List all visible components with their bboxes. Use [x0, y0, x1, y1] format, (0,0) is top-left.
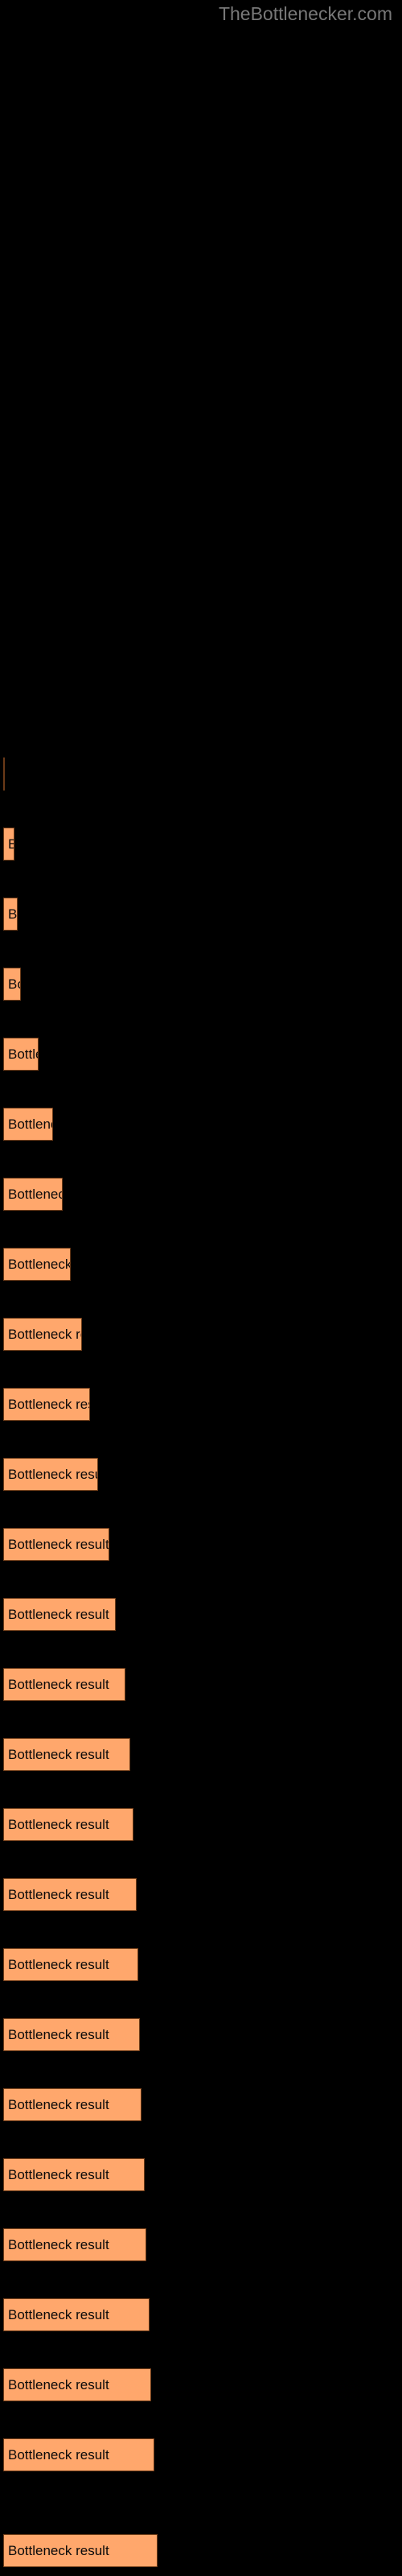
bar: Bottleneck result — [3, 1038, 39, 1071]
bar: Bottleneck result — [3, 968, 21, 1001]
bar-label: Bottleneck result — [8, 2166, 109, 2182]
bar-label: Bottleneck result — [8, 1466, 97, 1482]
bar-label: Bottleneck result — [8, 1186, 62, 1202]
bar: Bottleneck result — [3, 758, 5, 791]
bar-label: Bottleneck result — [8, 1886, 109, 1902]
bar-label: Bottleneck result — [8, 836, 14, 852]
bar: Bottleneck result — [3, 1878, 137, 1911]
bar-label: Bottleneck result — [8, 2096, 109, 2112]
bar-label: Bottleneck result — [8, 1956, 109, 1972]
bar: Bottleneck result — [3, 1738, 130, 1771]
bar-label: Bottleneck result — [8, 976, 20, 992]
bar: Bottleneck result — [3, 1108, 53, 1141]
bar-label: Bottleneck result — [8, 2026, 109, 2042]
bar: Bottleneck result — [3, 2088, 142, 2121]
plot-area: Bottleneck result Bottleneck result Bottle… — [0, 0, 402, 2576]
bar-label: Bottleneck result — [8, 1396, 89, 1412]
bar: Bottleneck result — [3, 1528, 109, 1561]
bar: Bottleneck result — [3, 828, 14, 861]
bar-label: Bottleneck result — [8, 1116, 52, 1132]
bar-label: Bottleneck result — [8, 1606, 109, 1622]
bar: Bottleneck result — [3, 2534, 158, 2567]
bar: Bottleneck result — [3, 1388, 90, 1421]
bar: Bottleneck result — [3, 1808, 133, 1841]
bar-label: Bottleneck result — [8, 2306, 109, 2322]
bar: Bottleneck result — [3, 2228, 146, 2261]
bar: Bottleneck result — [3, 1458, 98, 1491]
bar: Bottleneck result — [3, 898, 18, 931]
bar: Bottleneck result — [3, 2018, 140, 2051]
bar-label: Bottleneck result — [8, 1676, 109, 1692]
bar: Bottleneck result — [3, 2298, 150, 2331]
bar-label: Bottleneck result — [8, 2446, 109, 2462]
bar-label: Bottleneck result — [8, 2542, 109, 2558]
bar: Bottleneck result — [3, 1248, 71, 1281]
bar-label: Bottleneck result — [8, 906, 18, 922]
bar-chart-canvas: TheBottlenecker.com Bottleneck resultBot… — [0, 0, 402, 2576]
bar: Bottleneck result — [3, 2438, 154, 2471]
bar: Bottleneck result — [3, 1948, 138, 1981]
bar-label: Bottleneck result — [8, 1326, 81, 1342]
bar-label: Bottleneck result — [8, 1046, 38, 1062]
bar: Bottleneck result — [3, 1598, 116, 1631]
bar-label: Bottleneck result — [8, 1256, 71, 1272]
bar: Bottleneck result — [3, 1318, 82, 1351]
bar-label: Bottleneck result — [8, 1536, 109, 1552]
bar: Bottleneck result — [3, 2368, 151, 2401]
bar-label: Bottleneck result — [8, 2236, 109, 2252]
bar: Bottleneck result — [3, 2158, 145, 2191]
bar-label: Bottleneck result — [8, 1816, 109, 1832]
bar: Bottleneck result — [3, 1668, 125, 1701]
bar: Bottleneck result — [3, 1178, 63, 1211]
bar-label: Bottleneck result — [8, 2376, 109, 2392]
bar-label: Bottleneck result — [8, 1746, 109, 1762]
